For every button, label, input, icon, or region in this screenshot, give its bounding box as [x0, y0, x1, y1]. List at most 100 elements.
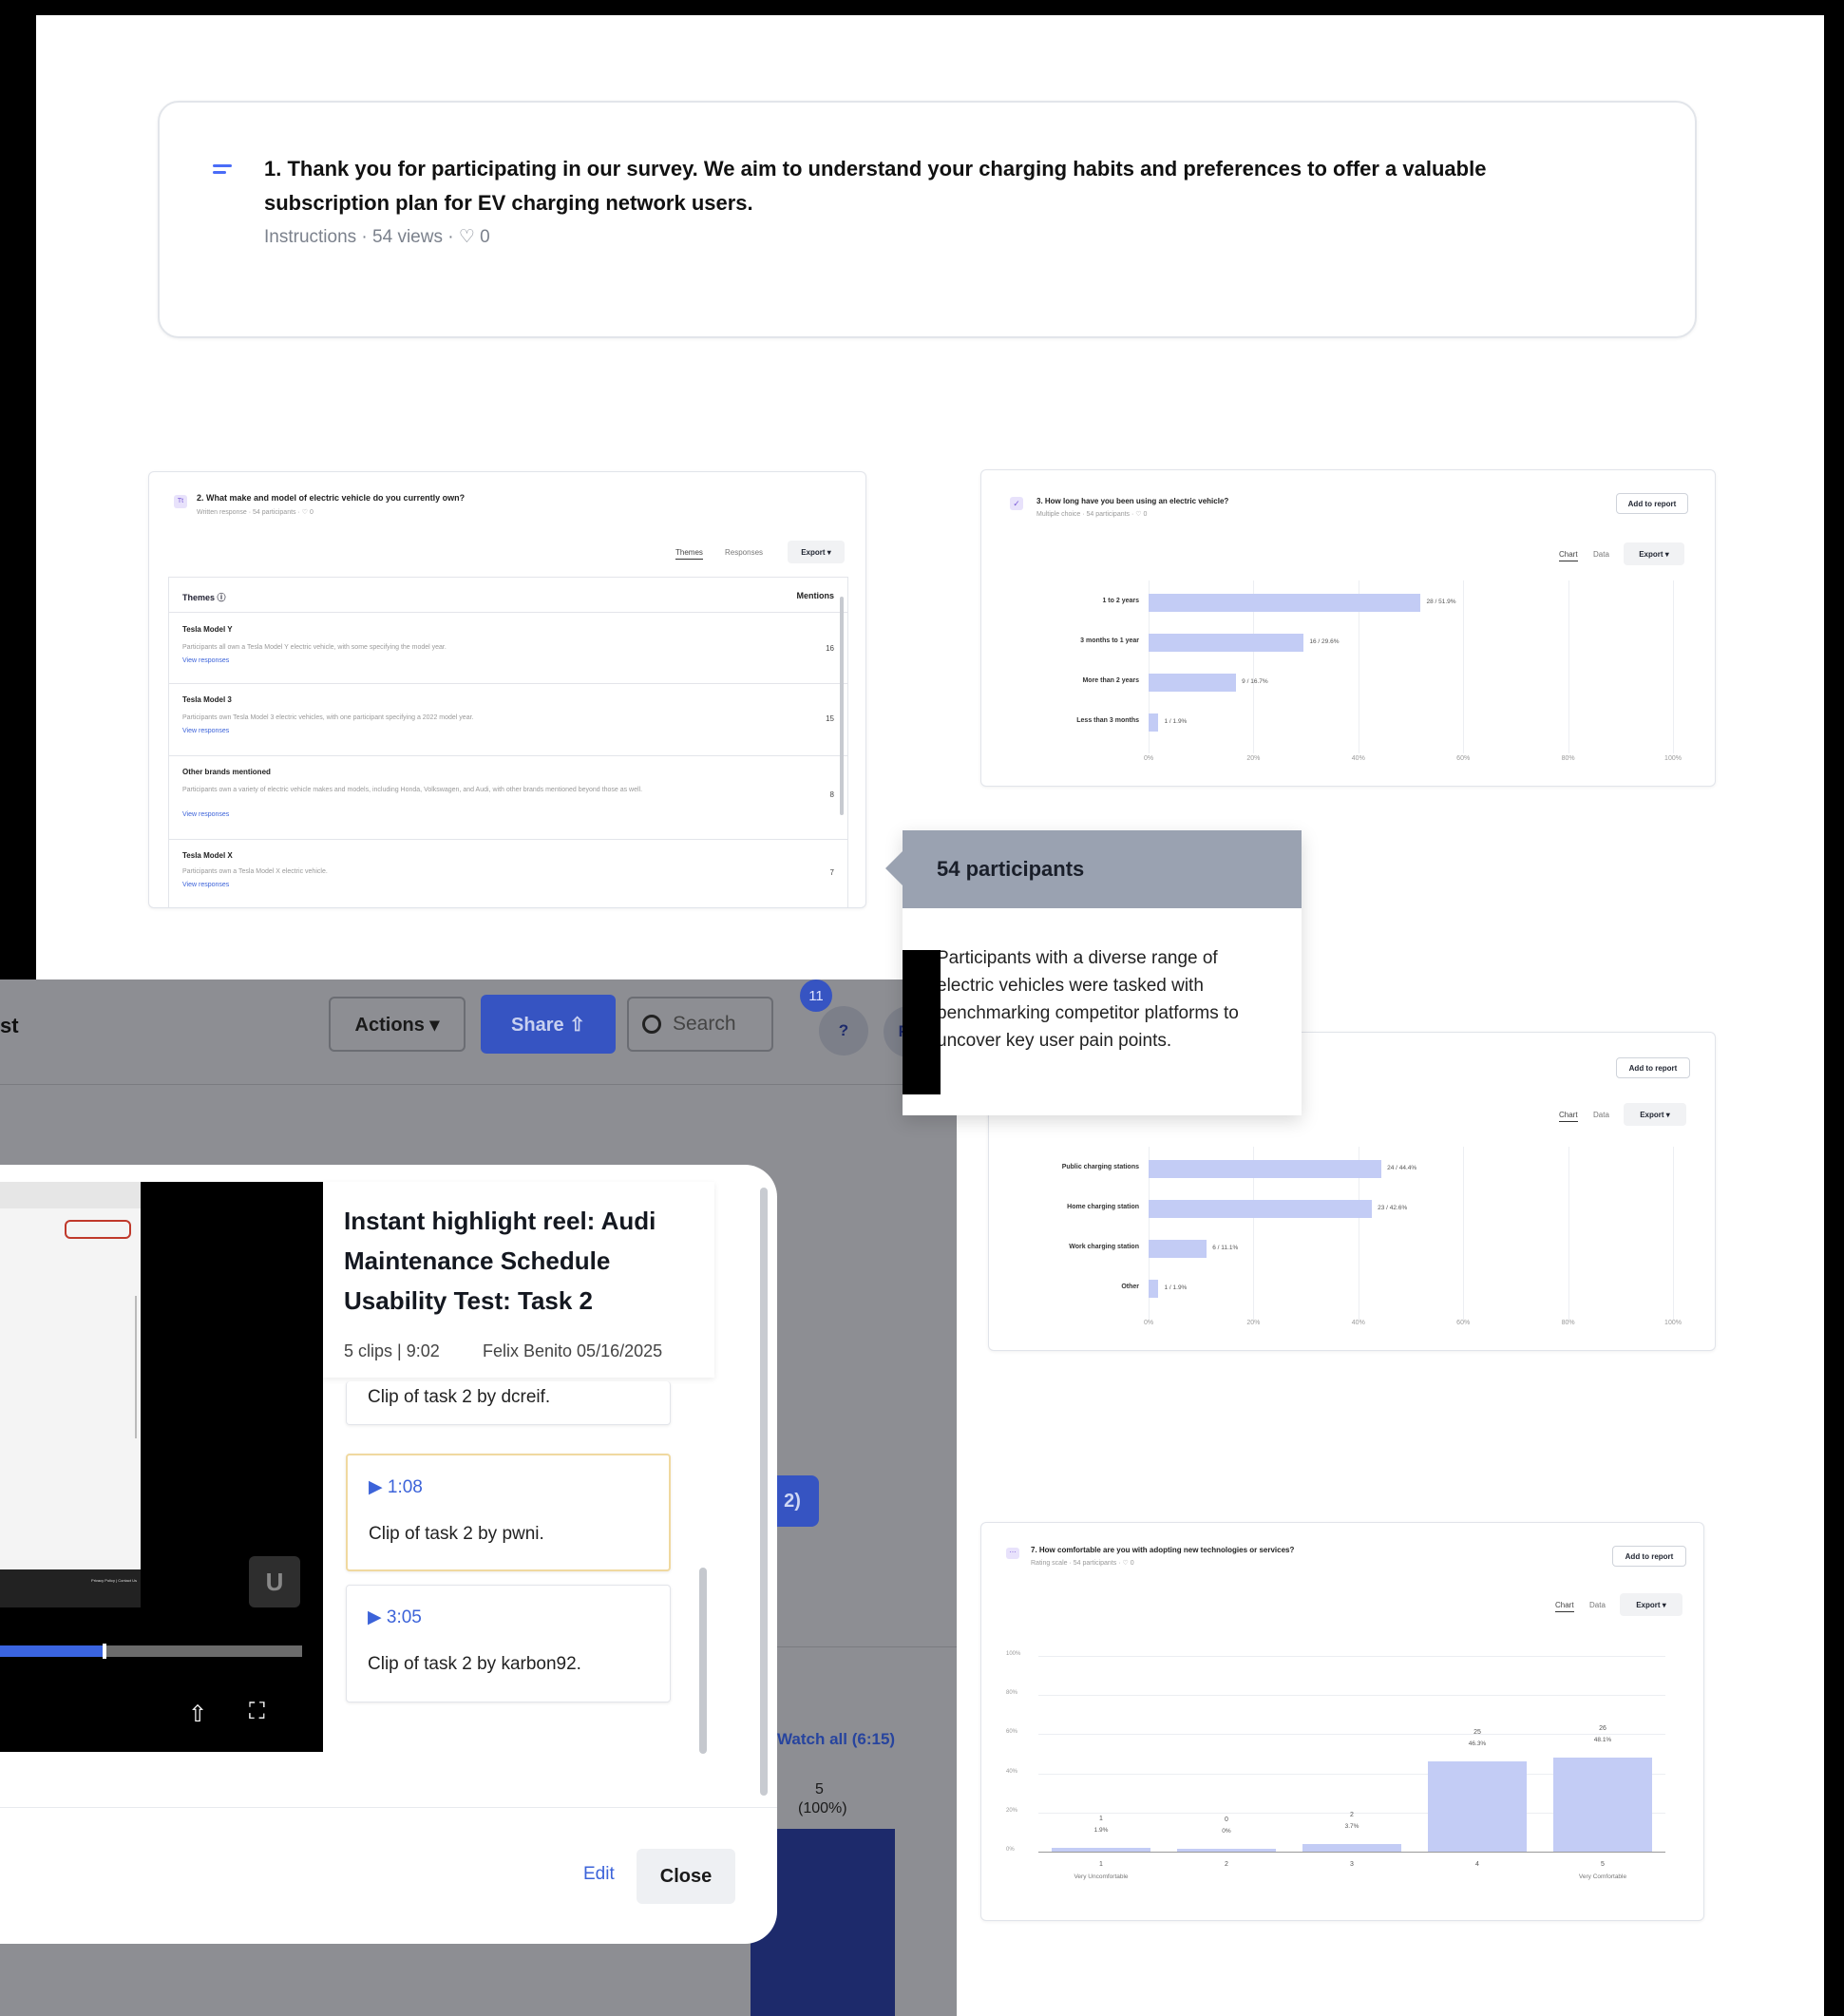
theme-desc: Participants own Tesla Model 3 electric … — [182, 714, 474, 721]
y-grid-line — [1038, 1734, 1665, 1736]
x-tick-label: 100% — [1664, 755, 1682, 762]
notification-badge[interactable]: 11 — [800, 979, 832, 1012]
view-responses-link[interactable]: View responses — [182, 657, 229, 664]
search-icon — [642, 1015, 661, 1034]
video-progress-fill — [0, 1645, 105, 1657]
y-tick-label: 80% — [1006, 1690, 1018, 1697]
page-title-fragment: st — [0, 1014, 19, 1037]
share-video-icon[interactable]: ⇧ — [188, 1701, 207, 1728]
chart-usage-duration: 0% 20% 40% 60% 80% 100% 1 to 2 years 28 / 51.9%… — [981, 470, 1717, 788]
category-label: 1 to 2 years — [1102, 598, 1139, 604]
clip-list-scrollbar[interactable] — [699, 1568, 707, 1754]
bar — [1052, 1848, 1150, 1852]
bar-count-label: 0 — [1225, 1816, 1228, 1823]
category-label: Work charging station — [1069, 1244, 1139, 1250]
chart-tech-comfort: 100% 80% 60% 40% 20% 0% 1 1.9% 1 Very Uncomfortab… — [981, 1523, 1705, 1922]
video-player[interactable]: Privacy Policy | Contact Us U ⇧ ⛶ — [0, 1182, 323, 1752]
overlay-divider — [0, 1084, 957, 1085]
theme-name: Tesla Model Y — [182, 625, 233, 634]
share-button[interactable]: Share ⇧ — [481, 995, 616, 1054]
question-1-meta: Instructions · 54 views · ♡ 0 — [264, 227, 490, 247]
question-1-card: 1. Thank you for participating in our su… — [158, 101, 1697, 338]
grid-line — [1568, 1147, 1569, 1320]
bar — [1149, 674, 1237, 692]
x-tick-label: 1 — [1099, 1861, 1103, 1868]
x-tick-label: 100% — [1664, 1320, 1682, 1326]
background-panel-divider — [766, 1646, 957, 1647]
x-tick-label: 5 — [1601, 1861, 1605, 1868]
scrollbar[interactable] — [840, 597, 844, 815]
clip-time[interactable]: ▶ 1:08 — [369, 1476, 423, 1498]
actions-button[interactable]: Actions ▾ — [329, 997, 466, 1052]
bar-value-label: 1 / 1.9% — [1164, 718, 1188, 725]
video-progress-track[interactable] — [0, 1644, 302, 1659]
theme-count: 7 — [829, 868, 834, 877]
video-footer-text: Privacy Policy | Contact Us — [91, 1578, 137, 1583]
tab-themes[interactable]: Themes — [675, 548, 703, 560]
clip-text: Clip of task 2 by karbon92. — [368, 1654, 581, 1674]
x-tick-label: 80% — [1561, 1320, 1575, 1326]
bar-value-label: 5 — [815, 1781, 824, 1797]
fullscreen-icon[interactable]: ⛶ — [249, 1699, 265, 1725]
x-tick-label: 40% — [1351, 1320, 1365, 1326]
category-label: Other — [1121, 1284, 1139, 1290]
y-grid-line — [1038, 1656, 1665, 1657]
modal-footer-divider — [0, 1807, 777, 1808]
modal-scrollbar[interactable] — [760, 1188, 768, 1796]
col-mentions: Mentions — [796, 591, 835, 600]
bar-pct-label: 0% — [1222, 1828, 1231, 1835]
y-tick-label: 100% — [1006, 1651, 1021, 1657]
help-button[interactable]: ? — [819, 1006, 868, 1056]
bar-pct-label: (100%) — [798, 1800, 847, 1816]
bar — [1149, 634, 1304, 652]
theme-name: Tesla Model 3 — [182, 695, 232, 704]
theme-row: Tesla Model Y Participants all own a Tes… — [169, 616, 847, 684]
question-3-card: ✓ 3. How long have you been using an ele… — [980, 469, 1716, 787]
theme-row: Tesla Model X Participants own a Tesla M… — [169, 844, 847, 907]
bar-count-label: 26 — [1599, 1724, 1606, 1732]
x-tick-label: 4 — [1475, 1861, 1479, 1868]
theme-name: Other brands mentioned — [182, 768, 271, 776]
export-button[interactable]: Export ▾ — [788, 541, 845, 563]
y-tick-label: 0% — [1006, 1847, 1015, 1853]
clip-card-active[interactable]: ▶ 1:08 Clip of task 2 by pwni. — [346, 1454, 671, 1571]
view-responses-link[interactable]: View responses — [182, 882, 229, 888]
x-tick-label: 0% — [1143, 1320, 1154, 1326]
theme-count: 15 — [826, 714, 834, 723]
bar-count-label: 25 — [1473, 1728, 1481, 1736]
theme-desc: Participants own a Tesla Model X electri… — [182, 868, 328, 875]
question-2-meta: Written response · 54 participants · ♡ 0 — [197, 509, 314, 516]
bar-value-label: 16 / 29.6% — [1309, 638, 1340, 645]
bar-value-label: 1 / 1.9% — [1164, 1284, 1188, 1291]
theme-row: Tesla Model 3 Participants own Tesla Mod… — [169, 688, 847, 756]
tab-responses[interactable]: Responses — [725, 548, 763, 557]
close-button[interactable]: Close — [637, 1849, 735, 1904]
search-input[interactable]: Search — [627, 997, 773, 1052]
theme-count: 16 — [826, 644, 834, 653]
theme-desc: Participants all own a Tesla Model Y ele… — [182, 644, 447, 651]
reel-clips-meta: 5 clips | 9:02 — [344, 1341, 440, 1360]
clip-card[interactable]: ▶ 3:05 Clip of task 2 by karbon92. — [346, 1585, 671, 1702]
view-responses-link[interactable]: View responses — [182, 728, 229, 734]
reel-title: Instant highlight reel: Audi Maintenance… — [344, 1207, 656, 1315]
grid-line — [1463, 1147, 1465, 1320]
category-label: 3 months to 1 year — [1080, 637, 1139, 644]
question-2-title: 2. What make and model of electric vehic… — [197, 493, 466, 503]
clip-card[interactable]: Clip of task 2 by dcreif. — [346, 1381, 671, 1425]
bar-pct-label: 3.7% — [1344, 1823, 1359, 1831]
clip-text: Clip of task 2 by dcreif. — [368, 1387, 551, 1407]
bar — [1553, 1757, 1652, 1852]
x-tick-label: 20% — [1246, 1320, 1261, 1326]
x-sublabel: Very Uncomfortable — [1074, 1873, 1129, 1880]
clip-time[interactable]: ▶ 3:05 — [368, 1607, 422, 1628]
bar — [1428, 1760, 1527, 1852]
reel-author-meta: Felix Benito 05/16/2025 — [483, 1341, 663, 1360]
bar — [1149, 1280, 1159, 1298]
watch-all-link[interactable]: Watch all (6:15) — [777, 1730, 895, 1749]
tooltip-arrow — [885, 851, 903, 885]
question-1-title: 1. Thank you for participating in our su… — [264, 157, 1487, 215]
category-label: Public charging stations — [1061, 1164, 1139, 1170]
view-responses-link[interactable]: View responses — [182, 811, 229, 818]
actions-label: Actions ▾ — [354, 1014, 440, 1036]
edit-button[interactable]: Edit — [583, 1864, 615, 1885]
